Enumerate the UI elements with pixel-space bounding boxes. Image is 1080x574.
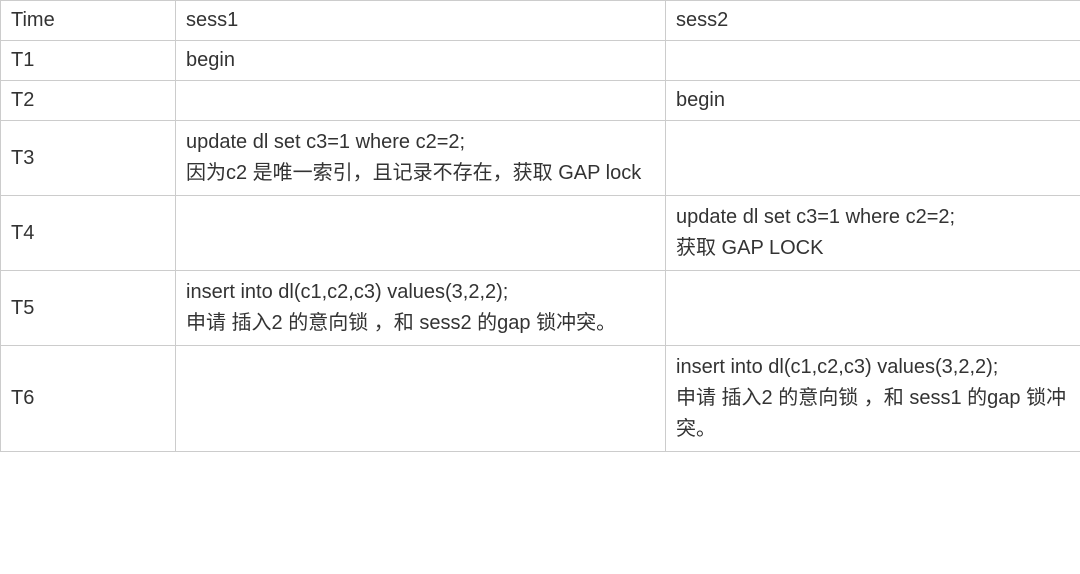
cell-sess1: update dl set c3=1 where c2=2;因为c2 是唯一索引…: [176, 121, 666, 196]
table-row: T1 begin: [1, 41, 1080, 81]
cell-time: T6: [1, 346, 176, 452]
cell-sess1: [176, 81, 666, 121]
header-sess2: sess2: [666, 1, 1080, 41]
cell-sess2: insert into dl(c1,c2,c3) values(3,2,2);申…: [666, 346, 1080, 452]
cell-sess2: update dl set c3=1 where c2=2;获取 GAP LOC…: [666, 196, 1080, 271]
cell-time: T4: [1, 196, 176, 271]
cell-time: T3: [1, 121, 176, 196]
header-time: Time: [1, 1, 176, 41]
cell-sess1: begin: [176, 41, 666, 81]
cell-time: T2: [1, 81, 176, 121]
cell-sess2: [666, 121, 1080, 196]
header-sess1: sess1: [176, 1, 666, 41]
table-row: T4 update dl set c3=1 where c2=2;获取 GAP …: [1, 196, 1080, 271]
cell-time: T1: [1, 41, 176, 81]
cell-sess2: begin: [666, 81, 1080, 121]
cell-sess2: [666, 41, 1080, 81]
deadlock-timeline-table: Time sess1 sess2 T1 begin T2 begin T3 up…: [0, 0, 1080, 452]
cell-sess1: [176, 196, 666, 271]
cell-sess2: [666, 271, 1080, 346]
cell-sess1: insert into dl(c1,c2,c3) values(3,2,2);申…: [176, 271, 666, 346]
cell-sess1: [176, 346, 666, 452]
table-row: T3 update dl set c3=1 where c2=2;因为c2 是唯…: [1, 121, 1080, 196]
table-row: T6 insert into dl(c1,c2,c3) values(3,2,2…: [1, 346, 1080, 452]
table-row: T2 begin: [1, 81, 1080, 121]
cell-time: T5: [1, 271, 176, 346]
table-row: T5 insert into dl(c1,c2,c3) values(3,2,2…: [1, 271, 1080, 346]
table-header-row: Time sess1 sess2: [1, 1, 1080, 41]
